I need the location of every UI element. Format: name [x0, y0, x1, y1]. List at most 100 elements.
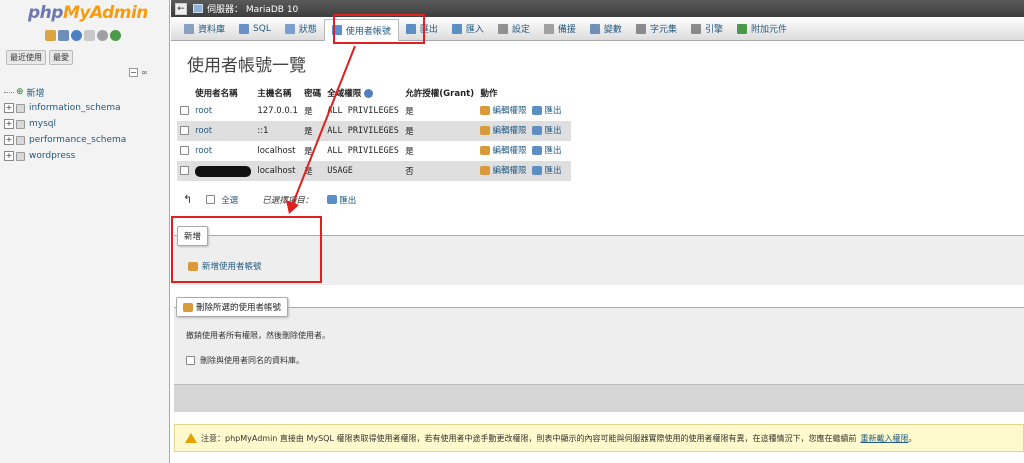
check-all-checkbox[interactable]: [206, 195, 216, 204]
tree-label-db: wordpress: [29, 151, 76, 161]
delete-submit-bar: [174, 384, 1024, 412]
header-checkbox-col: [177, 85, 193, 101]
phpmyadmin-logo[interactable]: phpMyAdmin: [28, 3, 148, 23]
tab-status[interactable]: 狀態: [278, 19, 324, 39]
row-checkbox[interactable]: [180, 106, 189, 115]
edit-privileges-link[interactable]: 編輯權限: [480, 164, 526, 176]
tab-charsets[interactable]: 字元集: [629, 19, 684, 39]
table-header-row: 使用者名稱 主機名稱 密碼 全域權限 允許授權(Grant) 動作: [177, 85, 571, 101]
tree-item-performance-schema[interactable]: + performance_schema: [4, 132, 126, 148]
delete-user-icon: [183, 302, 193, 312]
cell-privileges: ALL PRIVILEGES: [324, 101, 403, 121]
edit-privileges-label: 編輯權限: [492, 146, 527, 157]
engine-icon: [690, 23, 701, 34]
export-link[interactable]: 匯出: [532, 104, 561, 116]
cell-password: 是: [301, 161, 325, 181]
export-icon: [532, 165, 543, 175]
tab-engines[interactable]: 引擎: [684, 19, 730, 39]
header-hostname[interactable]: 主機名稱: [254, 85, 302, 101]
export-link[interactable]: 匯出: [532, 144, 561, 156]
help-icon[interactable]: [71, 30, 82, 41]
with-selected-label: 已選擇項目：: [262, 195, 314, 206]
tab-variables[interactable]: 變數: [583, 19, 629, 39]
cell-password: 是: [301, 101, 325, 121]
nav-tab-favorites[interactable]: 最愛: [49, 50, 73, 65]
header-global-privileges[interactable]: 全域權限: [324, 85, 403, 101]
tab-databases[interactable]: 資料庫: [177, 19, 232, 39]
cell-username: root: [192, 121, 255, 141]
export-label: 匯出: [544, 146, 562, 157]
tree-controls: − ∞: [129, 68, 148, 77]
reload-icon[interactable]: [110, 30, 121, 41]
app-root: phpMyAdmin 最近使用 最愛 − ∞ ⊕ 新增 + informatio…: [0, 0, 1024, 463]
tab-settings[interactable]: 設定: [491, 19, 537, 39]
help-icon[interactable]: [364, 89, 374, 98]
row-checkbox[interactable]: [180, 146, 189, 155]
cell-privileges: USAGE: [324, 161, 403, 181]
edit-privileges-link[interactable]: 編輯權限: [480, 104, 526, 116]
export-link[interactable]: 匯出: [532, 164, 561, 176]
reload-privileges-link[interactable]: 重新載入權限: [860, 433, 908, 444]
expand-icon[interactable]: +: [4, 135, 14, 145]
tree-item-information-schema[interactable]: + information_schema: [4, 100, 126, 116]
check-all-label[interactable]: 全選: [221, 194, 238, 206]
tab-replication[interactable]: 備援: [537, 19, 583, 39]
notice-period: 。: [908, 433, 917, 443]
tree-label-db: mysql: [29, 119, 56, 129]
collapse-all-icon[interactable]: −: [129, 68, 138, 77]
row-checkbox[interactable]: [180, 126, 189, 135]
export-icon: [327, 195, 338, 204]
edit-privileges-link[interactable]: 編輯權限: [480, 144, 526, 156]
tab-plugins[interactable]: 附加元件: [730, 19, 794, 39]
database-icon: [16, 119, 25, 129]
expand-icon[interactable]: +: [4, 119, 14, 129]
tree-item-new[interactable]: ⊕ 新增: [4, 84, 126, 100]
link-with-main-icon[interactable]: ∞: [141, 68, 148, 77]
drop-db-checkbox[interactable]: [186, 356, 195, 365]
expand-icon[interactable]: +: [4, 151, 14, 161]
tree-item-wordpress[interactable]: + wordpress: [4, 148, 126, 164]
cell-username: [192, 161, 255, 181]
settings-icon[interactable]: [97, 30, 108, 41]
export-selected-label: 匯出: [339, 195, 357, 206]
status-icon: [284, 23, 295, 34]
nav-icon-bar: [45, 30, 121, 41]
header-username[interactable]: 使用者名稱: [192, 85, 255, 101]
expand-icon[interactable]: +: [4, 103, 14, 113]
database-tree: ⊕ 新增 + information_schema + mysql + perf…: [4, 84, 126, 164]
row-checkbox[interactable]: [180, 166, 189, 175]
home-icon[interactable]: [45, 30, 56, 41]
tree-label-new: 新增: [26, 88, 45, 99]
tree-item-mysql[interactable]: + mysql: [4, 116, 126, 132]
collapse-nav-icon[interactable]: ←: [175, 2, 187, 15]
logo-myadmin: MyAdmin: [62, 3, 148, 23]
highlight-user-accounts-tab: [333, 14, 425, 44]
export-label: 匯出: [544, 166, 562, 177]
tree-connector: [4, 91, 14, 93]
export-label: 匯出: [544, 126, 562, 137]
edit-user-icon: [480, 125, 491, 135]
drop-db-option[interactable]: 刪除與使用者同名的資料庫。: [186, 355, 304, 366]
cell-username: root: [192, 101, 255, 121]
drop-db-label[interactable]: 刪除與使用者同名的資料庫。: [200, 355, 304, 366]
cell-hostname: localhost: [254, 141, 302, 161]
export-selected-link[interactable]: 匯出: [327, 194, 356, 206]
sql-query-icon[interactable]: [58, 30, 69, 41]
cell-username: root: [192, 141, 255, 161]
table-row: root localhost 是 ALL PRIVILEGES 是 編輯權限 匯出: [177, 141, 571, 161]
export-link[interactable]: 匯出: [532, 124, 561, 136]
notice-text: 注意：phpMyAdmin 直接由 MySQL 權限表取得使用者權限，若有使用者…: [201, 433, 857, 443]
docs-icon[interactable]: [84, 30, 95, 41]
edit-privileges-link[interactable]: 編輯權限: [480, 124, 526, 136]
header-grant[interactable]: 允許授權(Grant): [402, 85, 478, 101]
breadcrumb-server[interactable]: 伺服器： MariaDB 10: [207, 2, 298, 15]
tab-label: 備援: [557, 25, 576, 35]
import-icon: [451, 23, 462, 34]
logo-php: php: [28, 3, 63, 23]
nav-tab-recent[interactable]: 最近使用: [6, 50, 46, 65]
tab-import[interactable]: 匯入: [445, 19, 491, 39]
export-icon: [532, 125, 543, 135]
charset-icon: [635, 23, 646, 34]
header-password[interactable]: 密碼: [301, 85, 325, 101]
tab-sql[interactable]: SQL: [232, 19, 278, 39]
